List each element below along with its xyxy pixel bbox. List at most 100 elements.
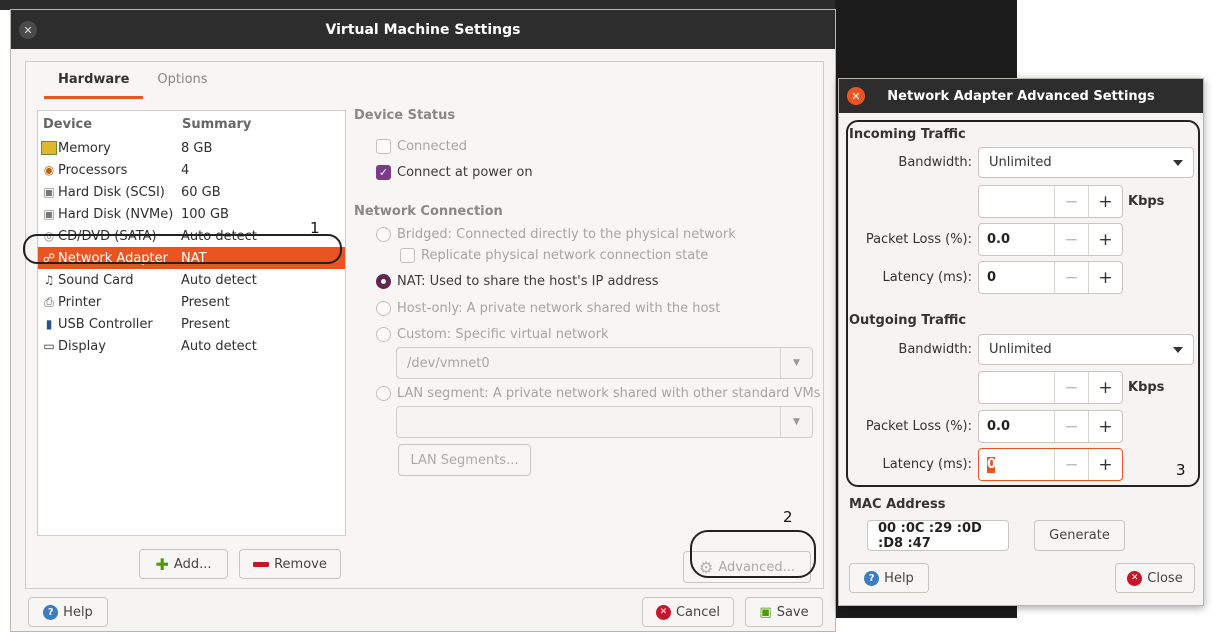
minus-icon: [253, 561, 270, 567]
annotation-number-3: 3: [1176, 461, 1186, 479]
device-row-memory[interactable]: Memory 8 GB: [38, 137, 345, 159]
host-only-radio[interactable]: Host-only: A private network shared with…: [376, 301, 720, 316]
outgoing-kbps-spin[interactable]: − +: [978, 371, 1123, 404]
cancel-icon: ✕: [655, 604, 671, 620]
increment-icon[interactable]: +: [1088, 262, 1122, 293]
device-name: Processors: [58, 162, 128, 178]
incoming-kbps-value[interactable]: [979, 186, 1054, 217]
tab-hardware[interactable]: Hardware: [44, 62, 144, 99]
incoming-kbps-unit: Kbps: [1128, 194, 1165, 209]
dialog-close-button[interactable]: ✕ Close: [1115, 563, 1195, 593]
device-row-display[interactable]: ▭ Display Auto detect: [38, 335, 345, 357]
save-button[interactable]: ▣ Save: [745, 597, 823, 627]
increment-icon[interactable]: +: [1088, 411, 1122, 442]
processor-icon: ◉: [43, 163, 55, 177]
outgoing-kbps-value[interactable]: [979, 372, 1054, 403]
radio-button: [376, 301, 391, 316]
device-name: USB Controller: [58, 316, 153, 332]
tab-options[interactable]: Options: [143, 62, 221, 99]
increment-icon[interactable]: +: [1088, 186, 1122, 217]
incoming-packet-loss-spin[interactable]: 0.0 − +: [978, 223, 1123, 256]
device-row-printer[interactable]: ⎙ Printer Present: [38, 291, 345, 313]
outgoing-packet-loss-value[interactable]: 0.0: [979, 411, 1054, 442]
device-row-processors[interactable]: ◉ Processors 4: [38, 159, 345, 181]
radio-selected: [376, 274, 391, 289]
outgoing-bandwidth-select[interactable]: Unlimited: [978, 334, 1194, 365]
device-row-sound-card[interactable]: ♫ Sound Card Auto detect: [38, 269, 345, 291]
incoming-latency-spin[interactable]: 0 − +: [978, 261, 1123, 294]
decrement-icon[interactable]: −: [1054, 449, 1088, 480]
checkmark-icon: ✓: [376, 165, 391, 180]
cancel-button-label: Cancel: [675, 604, 721, 620]
custom-radio[interactable]: Custom: Specific virtual network: [376, 327, 609, 342]
dialog-close-label: Close: [1147, 570, 1183, 586]
lan-segments-button[interactable]: LAN Segments...: [398, 444, 531, 476]
host-only-label: Host-only: A private network shared with…: [397, 301, 721, 316]
dialog-help-button[interactable]: ? Help: [849, 563, 929, 593]
bridged-radio[interactable]: Bridged: Connected directly to the physi…: [376, 227, 736, 242]
mac-address-field[interactable]: 00 :0C :29 :0D :D8 :47: [867, 520, 1009, 551]
remove-button-label: Remove: [274, 556, 327, 572]
cd-dvd-icon: ◎: [43, 229, 55, 243]
add-button[interactable]: ✚ Add...: [139, 549, 228, 579]
decrement-icon[interactable]: −: [1054, 372, 1088, 403]
device-name: Printer: [58, 294, 102, 310]
hard-disk-icon: ▣: [43, 207, 55, 221]
device-summary: Auto detect: [181, 272, 257, 288]
increment-icon[interactable]: +: [1088, 372, 1122, 403]
help-icon: ?: [43, 604, 59, 620]
custom-network-value: /dev/vmnet0: [407, 355, 490, 371]
decrement-icon[interactable]: −: [1054, 262, 1088, 293]
device-row-hard-disk-nvme[interactable]: ▣ Hard Disk (NVMe) 100 GB: [38, 203, 345, 225]
chevron-down-icon: [1173, 347, 1183, 353]
advanced-button-label: Advanced...: [718, 559, 795, 575]
device-row-usb-controller[interactable]: ▮ USB Controller Present: [38, 313, 345, 335]
lan-segment-select[interactable]: ▼: [396, 406, 813, 438]
decrement-icon[interactable]: −: [1054, 224, 1088, 255]
summary-column-header[interactable]: Summary: [182, 117, 251, 137]
help-button[interactable]: ? Help: [28, 597, 108, 627]
connect-at-power-on-checkbox[interactable]: ✓ Connect at power on: [376, 165, 533, 180]
device-row-network-adapter[interactable]: ☍ Network Adapter NAT: [38, 247, 345, 269]
help-button-label: Help: [63, 604, 93, 620]
device-list-header: Device Summary: [38, 111, 345, 137]
lan-segment-radio[interactable]: LAN segment: A private network shared wi…: [376, 386, 820, 401]
generate-button[interactable]: Generate: [1034, 520, 1125, 551]
incoming-bandwidth-select[interactable]: Unlimited: [978, 147, 1194, 178]
device-row-cd-dvd[interactable]: ◎ CD/DVD (SATA) Auto detect: [38, 225, 345, 247]
outgoing-packet-loss-spin[interactable]: 0.0 − +: [978, 410, 1123, 443]
incoming-kbps-spin[interactable]: − +: [978, 185, 1123, 218]
connected-label: Connected: [397, 139, 468, 154]
plus-icon: ✚: [155, 554, 169, 574]
mac-address-title: MAC Address: [849, 497, 946, 512]
custom-network-select[interactable]: /dev/vmnet0 ▼: [396, 347, 813, 379]
device-name: Hard Disk (SCSI): [58, 184, 165, 200]
connected-checkbox[interactable]: Connected: [376, 139, 467, 154]
advanced-button[interactable]: ⚙ Advanced...: [683, 551, 811, 583]
radio-button: [376, 327, 391, 342]
outgoing-latency-spin[interactable]: 0 − +: [978, 448, 1123, 481]
usb-icon: ▮: [45, 317, 53, 331]
display-icon: ▭: [43, 339, 55, 353]
decrement-icon[interactable]: −: [1054, 186, 1088, 217]
close-icon[interactable]: ✕: [19, 21, 37, 39]
incoming-latency-value[interactable]: 0: [979, 262, 1054, 293]
cancel-button[interactable]: ✕ Cancel: [642, 597, 734, 627]
settings-frame: Hardware Options Device Summary Memory 8…: [25, 61, 824, 589]
remove-button[interactable]: Remove: [239, 549, 341, 579]
incoming-bandwidth-label: Bandwidth:: [898, 155, 972, 170]
device-row-hard-disk-scsi[interactable]: ▣ Hard Disk (SCSI) 60 GB: [38, 181, 345, 203]
incoming-packet-loss-value[interactable]: 0.0: [979, 224, 1054, 255]
outgoing-latency-field[interactable]: 0: [979, 449, 1054, 480]
increment-icon[interactable]: +: [1088, 449, 1122, 480]
replicate-checkbox[interactable]: Replicate physical network connection st…: [400, 248, 708, 263]
decrement-icon[interactable]: −: [1054, 411, 1088, 442]
memory-icon: [41, 141, 57, 155]
help-icon: ?: [864, 570, 880, 586]
device-column-header[interactable]: Device: [43, 117, 182, 137]
nat-radio[interactable]: NAT: Used to share the host's IP address: [376, 274, 659, 289]
close-icon[interactable]: ✕: [847, 87, 865, 105]
checkbox-box: [400, 248, 415, 263]
increment-icon[interactable]: +: [1088, 224, 1122, 255]
device-status-title: Device Status: [354, 108, 456, 123]
